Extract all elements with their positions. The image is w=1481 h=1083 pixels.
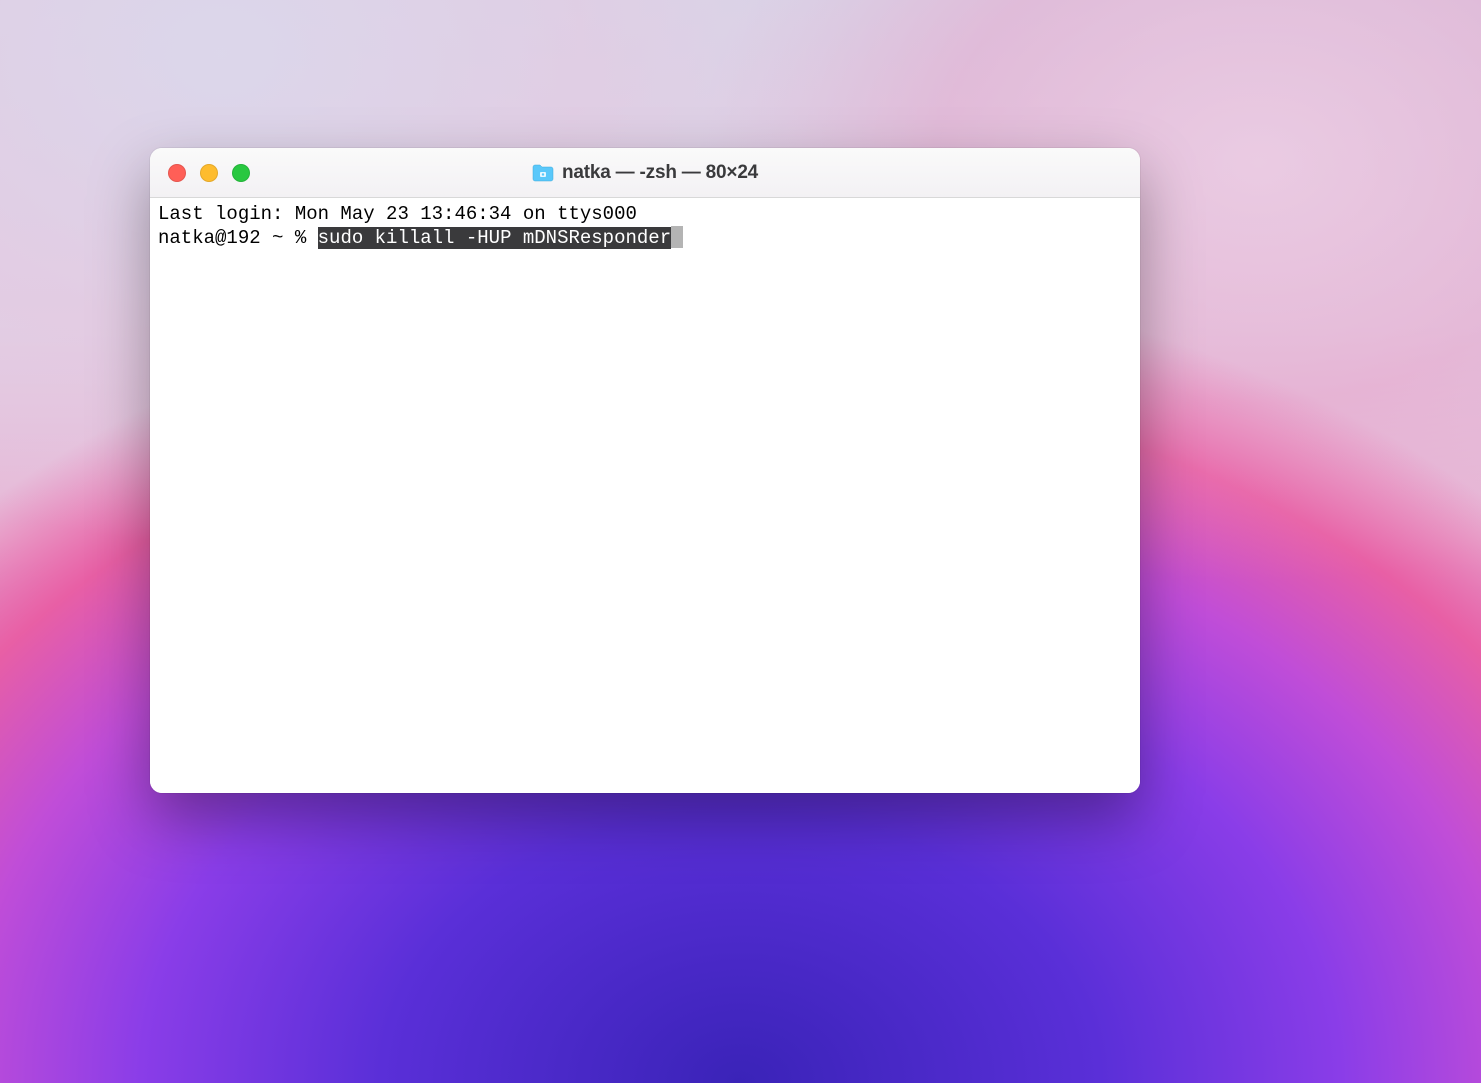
shell-prompt: natka@192 ~ %: [158, 227, 318, 249]
terminal-window[interactable]: natka — -zsh — 80×24 Last login: Mon May…: [150, 148, 1140, 793]
cursor: [671, 226, 683, 248]
folder-icon: [532, 164, 554, 182]
close-button[interactable]: [168, 164, 186, 182]
command-text[interactable]: sudo killall -HUP mDNSResponder: [318, 227, 671, 249]
window-titlebar[interactable]: natka — -zsh — 80×24: [150, 148, 1140, 198]
terminal-content[interactable]: Last login: Mon May 23 13:46:34 on ttys0…: [150, 198, 1140, 793]
prompt-line: natka@192 ~ % sudo killall -HUP mDNSResp…: [158, 226, 1132, 250]
traffic-lights: [150, 164, 250, 182]
minimize-button[interactable]: [200, 164, 218, 182]
title-center: natka — -zsh — 80×24: [150, 162, 1140, 184]
window-title: natka — -zsh — 80×24: [562, 162, 758, 184]
last-login-line: Last login: Mon May 23 13:46:34 on ttys0…: [158, 202, 1132, 226]
maximize-button[interactable]: [232, 164, 250, 182]
